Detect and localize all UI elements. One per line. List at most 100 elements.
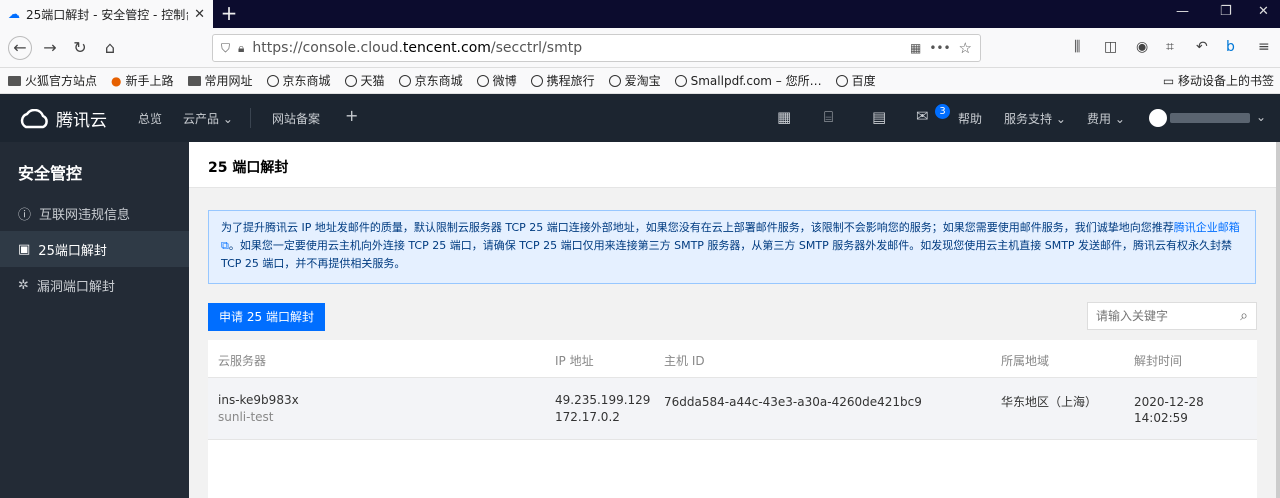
sidebar-item-vuln-ports[interactable]: ✲ 漏洞端口解封 (0, 267, 189, 303)
browser-tab[interactable]: ☁ 25端口解封 - 安全管控 - 控制台 ✕ (0, 0, 213, 28)
column-header: 解封时间 (1134, 354, 1183, 368)
bookmark-item[interactable]: 爱淘宝 (608, 72, 661, 89)
reload-icon[interactable]: ↻ (68, 36, 92, 60)
undo-icon[interactable]: ↶ (1196, 39, 1208, 55)
bookmark-item[interactable]: ● 新手上路 (111, 72, 174, 89)
unblock-time: 2020-12-28 14:02:59 (1134, 395, 1204, 425)
instance-name: sunli-test (218, 410, 274, 424)
unblock-table: 云服务器 IP 地址 主机 ID 所属地域 解封时间 ins-ke9b983x … (208, 340, 1257, 498)
instance-id[interactable]: ins-ke9b983x (218, 392, 299, 408)
sidebar-title: 安全管控 (18, 164, 83, 183)
notice-text-2: 。如果您一定要使用云主机向外连接 TCP 25 端口，请确保 TCP 25 端口… (221, 239, 1233, 270)
host-id: 76dda584-a44c-43e3-a30a-4260de421bc9 (664, 395, 922, 409)
bookmark-item[interactable]: 微博 (476, 72, 517, 89)
globe-icon (608, 74, 621, 87)
ticket-icon[interactable]: ▤ (872, 108, 886, 126)
bookmark-item[interactable]: 天猫 (344, 72, 385, 89)
sidebar-item-label: 25端口解封 (38, 243, 107, 259)
apply-unblock-button[interactable]: 申请 25 端口解封 (208, 303, 325, 331)
search-input[interactable] (1096, 309, 1241, 323)
add-shortcut-button[interactable]: + (345, 106, 358, 125)
qr-scan-icon[interactable]: ⌸ (824, 108, 833, 126)
new-tab-button[interactable]: + (218, 2, 240, 24)
menu-icon[interactable]: ≡ (1258, 39, 1270, 55)
lock-icon: 🔒︎ (238, 40, 245, 55)
message-count-badge: 3 (935, 104, 950, 119)
tencent-cloud-logo[interactable]: 腾讯云 (18, 106, 107, 131)
account-icon[interactable]: ◉ (1136, 39, 1148, 55)
forward-arrow-icon[interactable]: → (38, 36, 62, 60)
cloud-favicon-icon: ☁ (8, 7, 20, 21)
star-icon[interactable]: ☆ (959, 39, 972, 57)
sidebar-item-port25[interactable]: ▣ 25端口解封 (0, 231, 189, 267)
restore-icon[interactable]: ❐ (1220, 4, 1232, 19)
table-row[interactable]: ins-ke9b983x sunli-test 49.235.199.129 1… (208, 378, 1257, 440)
url-text[interactable]: https://console.cloud.tencent.com/secctr… (252, 40, 902, 56)
bookmark-item[interactable]: 火狐官方站点 (8, 72, 97, 89)
sidebar: 安全管控 ⓘ 互联网违规信息 ▣ 25端口解封 ✲ 漏洞端口解封 (0, 142, 189, 498)
close-window-icon[interactable]: ✕ (1258, 4, 1269, 19)
close-tab-icon[interactable]: ✕ (194, 7, 205, 22)
page-header: 25 端口解封 (189, 142, 1276, 188)
nav-overview[interactable]: 总览 (138, 110, 162, 127)
port-icon: ▣ (18, 241, 31, 257)
private-ip: 172.17.0.2 (555, 410, 620, 424)
page-title: 25 端口解封 (208, 160, 289, 176)
shield-icon[interactable]: ⛉ (221, 41, 230, 56)
globe-icon (398, 74, 411, 87)
minimize-icon[interactable]: — (1176, 4, 1189, 19)
public-ip: 49.235.199.129 (555, 393, 651, 407)
scrollbar[interactable] (1276, 142, 1280, 498)
user-menu-chevron-icon[interactable]: ⌄ (1256, 110, 1266, 124)
sidebar-item-violations[interactable]: ⓘ 互联网违规信息 (0, 195, 189, 231)
nav-icp[interactable]: 网站备案 (272, 110, 320, 127)
nav-divider (250, 108, 251, 128)
bing-icon[interactable]: b (1226, 39, 1235, 55)
library-icon[interactable]: ⫼ (1074, 39, 1080, 55)
bookmark-item[interactable]: 京东商城 (398, 72, 463, 89)
enterprise-mail-link[interactable]: 腾讯企业邮箱 (1174, 221, 1240, 234)
notice-banner: 为了提升腾讯云 IP 地址发邮件的质量，默认限制云服务器 TCP 25 端口连接… (208, 210, 1256, 284)
crop-icon[interactable]: ⌗ (1166, 39, 1174, 55)
search-box[interactable]: ⌕ (1087, 302, 1257, 330)
notice-text: 为了提升腾讯云 IP 地址发邮件的质量，默认限制云服务器 TCP 25 端口连接… (221, 221, 1174, 234)
sidebar-toggle-icon[interactable]: ◫ (1104, 39, 1117, 55)
globe-icon (266, 74, 279, 87)
external-link-icon[interactable]: ⧉ (221, 239, 229, 252)
home-icon[interactable]: ⌂ (98, 36, 122, 60)
column-header: IP 地址 (555, 354, 594, 368)
nav-help[interactable]: 帮助 (958, 110, 982, 127)
sidebar-item-label: 漏洞端口解封 (36, 279, 115, 295)
nav-billing[interactable]: 费用 ⌄ (1087, 110, 1125, 127)
back-arrow-icon[interactable]: ← (8, 36, 32, 60)
url-bar[interactable]: ⛉ 🔒︎ https://console.cloud.tencent.com/s… (212, 34, 981, 62)
table-header: 云服务器 IP 地址 主机 ID 所属地域 解封时间 (208, 340, 1257, 378)
nav-products[interactable]: 云产品 ⌄ (183, 110, 233, 127)
bookmark-item[interactable]: 百度 (835, 72, 876, 89)
sidebar-item-label: 互联网违规信息 (39, 207, 131, 223)
avatar[interactable] (1149, 109, 1167, 127)
account-name-redacted (1170, 113, 1250, 123)
grid-icon[interactable]: ▦ (777, 108, 791, 126)
globe-icon (835, 74, 848, 87)
bug-icon: ✲ (18, 277, 29, 293)
mail-icon[interactable]: ✉ (916, 107, 929, 125)
tab-title: 25端口解封 - 安全管控 - 控制台 (26, 7, 189, 22)
qr-code-icon[interactable]: ▦ (910, 41, 921, 55)
bookmark-item[interactable]: 携程旅行 (530, 72, 595, 89)
globe-icon (674, 74, 687, 87)
folder-icon (187, 75, 201, 86)
search-icon[interactable]: ⌕ (1240, 308, 1248, 324)
globe-icon (344, 74, 357, 87)
mobile-bookmarks[interactable]: ▭ 移动设备上的书签 (1163, 72, 1274, 89)
folder-icon: ▭ (1162, 74, 1175, 88)
bookmark-item[interactable]: 京东商城 (266, 72, 331, 89)
bookmarks-bar: 火狐官方站点 ● 新手上路 常用网址 京东商城 天猫 京东商城 微博 携程旅行 爱… (0, 68, 1280, 94)
bookmark-item[interactable]: Smallpdf.com – 您所… (674, 72, 822, 89)
nav-support[interactable]: 服务支持 ⌄ (1004, 110, 1066, 127)
firefox-icon: ● (111, 73, 122, 88)
more-icon[interactable]: ••• (929, 41, 950, 55)
main-content: 25 端口解封 为了提升腾讯云 IP 地址发邮件的质量，默认限制云服务器 TCP… (189, 142, 1280, 498)
bookmark-item[interactable]: 常用网址 (187, 72, 253, 89)
globe-icon (476, 74, 489, 87)
